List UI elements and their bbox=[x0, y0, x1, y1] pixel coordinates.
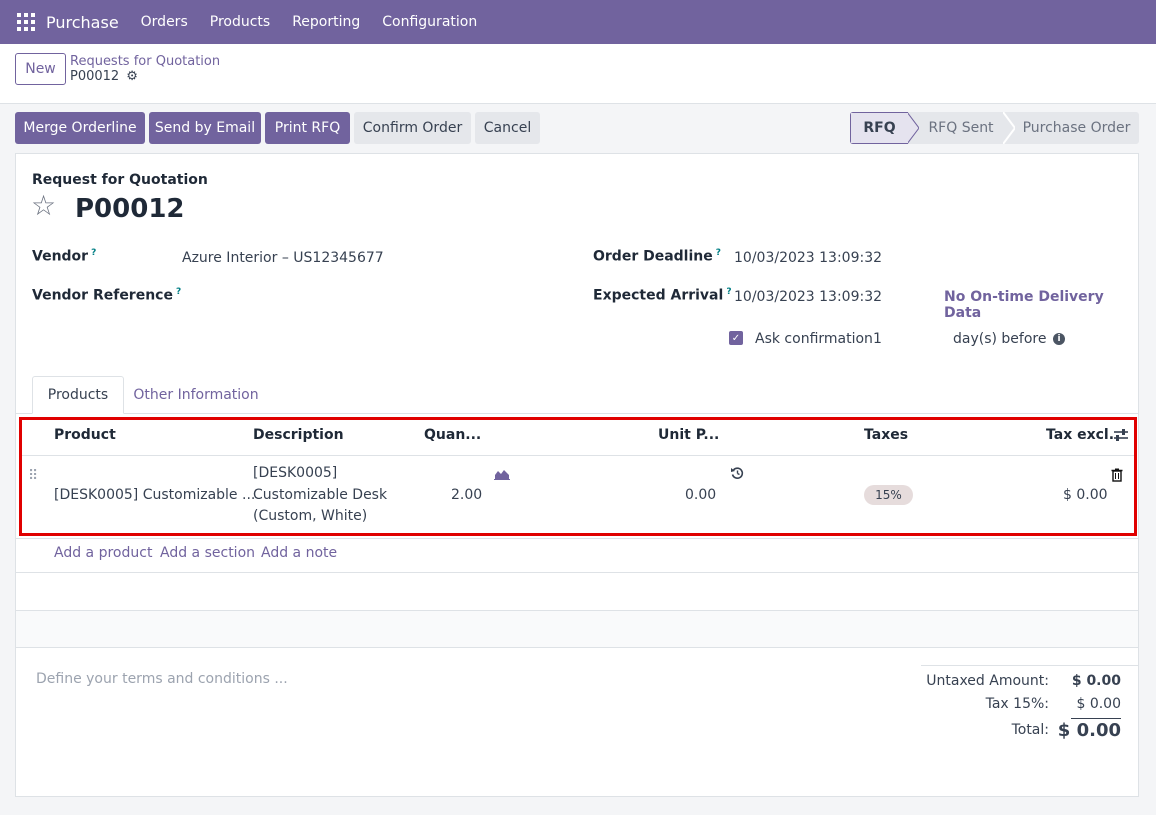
app-brand[interactable]: Purchase bbox=[46, 13, 119, 32]
row-divider bbox=[16, 538, 1138, 539]
breadcrumb-current-label: P00012 bbox=[70, 69, 120, 84]
total-divider bbox=[1071, 718, 1121, 719]
status-bar: RFQ RFQ Sent Purchase Order bbox=[850, 112, 1139, 144]
col-tax-excl-header[interactable]: Tax excl. bbox=[1046, 427, 1114, 443]
vendor-label-text: Vendor bbox=[32, 248, 89, 265]
nav-products[interactable]: Products bbox=[210, 14, 270, 30]
nav-reporting[interactable]: Reporting bbox=[292, 14, 360, 30]
vendor-label: Vendor? bbox=[32, 248, 96, 265]
confirm-order-button[interactable]: Confirm Order bbox=[354, 112, 471, 144]
stage-rfq-sent[interactable]: RFQ Sent bbox=[919, 112, 1003, 144]
apps-menu-icon[interactable] bbox=[17, 13, 35, 31]
vendor-reference-label-text: Vendor Reference bbox=[32, 287, 173, 304]
breadcrumb-parent[interactable]: Requests for Quotation bbox=[70, 54, 220, 69]
expected-arrival-help-icon[interactable]: ? bbox=[726, 287, 731, 297]
order-deadline-help-icon[interactable]: ? bbox=[716, 248, 721, 258]
days-before-label: day(s) before bbox=[953, 331, 1047, 347]
table-divider bbox=[16, 572, 1138, 573]
highlight-box bbox=[19, 417, 1137, 536]
cancel-button[interactable]: Cancel bbox=[475, 112, 540, 144]
table-header-divider bbox=[22, 455, 1134, 456]
breadcrumb-current: P00012 ⚙ bbox=[70, 69, 138, 84]
trash-icon[interactable] bbox=[1111, 468, 1123, 482]
form-sheet: Request for Quotation ☆ P00012 Vendor? A… bbox=[15, 153, 1139, 797]
ask-confirmation-label: Ask confirmation bbox=[755, 331, 873, 347]
drag-handle-icon[interactable]: ⠿ bbox=[28, 468, 38, 484]
vendor-field[interactable]: Azure Interior – US12345677 bbox=[182, 250, 384, 266]
star-icon[interactable]: ☆ bbox=[31, 192, 56, 220]
stage-arrow-icon bbox=[907, 112, 919, 144]
vendor-reference-help-icon[interactable]: ? bbox=[176, 287, 181, 297]
top-navbar: Purchase Orders Products Reporting Confi… bbox=[0, 0, 1156, 44]
vendor-reference-field[interactable] bbox=[182, 287, 562, 307]
table-divider bbox=[16, 647, 1138, 648]
page-title: P00012 bbox=[75, 194, 185, 224]
tab-divider bbox=[16, 413, 1138, 414]
info-icon[interactable]: i bbox=[1053, 333, 1065, 345]
row-description-line-2[interactable]: Customizable Desk bbox=[253, 487, 387, 503]
send-by-email-button[interactable]: Send by Email bbox=[149, 112, 261, 144]
control-panel: New Requests for Quotation P00012 ⚙ bbox=[0, 44, 1156, 104]
tab-other-information[interactable]: Other Information bbox=[126, 376, 266, 414]
vendor-help-icon[interactable]: ? bbox=[91, 248, 96, 258]
add-section-link[interactable]: Add a section bbox=[160, 545, 255, 561]
ask-confirmation-checkbox[interactable]: ✓ bbox=[729, 331, 743, 345]
untaxed-amount-value: $ 0.00 bbox=[1071, 673, 1121, 689]
stage-rfq[interactable]: RFQ bbox=[850, 112, 908, 144]
col-quantity-header[interactable]: Quan... bbox=[424, 427, 481, 443]
new-button[interactable]: New bbox=[15, 53, 66, 85]
stage-separator-icon bbox=[1003, 112, 1015, 144]
expected-arrival-label: Expected Arrival? bbox=[593, 287, 732, 304]
print-rfq-button[interactable]: Print RFQ bbox=[265, 112, 350, 144]
tax-label: Tax 15%: bbox=[985, 696, 1049, 712]
vendor-reference-label: Vendor Reference? bbox=[32, 287, 181, 304]
action-bar: Merge Orderline Send by Email Print RFQ … bbox=[0, 104, 1156, 153]
on-time-delivery-link[interactable]: No On-time Delivery Data bbox=[944, 289, 1138, 321]
document-type-label: Request for Quotation bbox=[32, 172, 208, 188]
order-deadline-label-text: Order Deadline bbox=[593, 248, 713, 265]
col-product-header[interactable]: Product bbox=[54, 427, 116, 443]
total-value: $ 0.00 bbox=[1057, 720, 1121, 741]
column-settings-icon[interactable] bbox=[1113, 428, 1129, 442]
add-product-link[interactable]: Add a product bbox=[54, 545, 152, 561]
order-deadline-label: Order Deadline? bbox=[593, 248, 721, 265]
nav-orders[interactable]: Orders bbox=[141, 14, 188, 30]
table-divider bbox=[16, 610, 1138, 611]
tax-value: $ 0.00 bbox=[1076, 696, 1121, 712]
row-product-field[interactable]: [DESK0005] Customizable ... bbox=[54, 487, 255, 503]
ask-confirmation-days-input[interactable]: 1 bbox=[873, 331, 882, 347]
row-subtotal: $ 0.00 bbox=[1063, 487, 1108, 503]
forecast-chart-icon[interactable] bbox=[494, 468, 510, 480]
col-unit-price-header[interactable]: Unit P... bbox=[658, 427, 719, 443]
expected-arrival-field[interactable]: 10/03/2023 13:09:32 bbox=[734, 289, 882, 305]
row-quantity-field[interactable]: 2.00 bbox=[451, 487, 482, 503]
stage-purchase-order[interactable]: Purchase Order bbox=[1015, 112, 1138, 144]
total-label: Total: bbox=[1011, 722, 1049, 738]
totals-divider bbox=[921, 665, 1138, 666]
untaxed-amount-label: Untaxed Amount: bbox=[926, 673, 1049, 689]
expected-arrival-label-text: Expected Arrival bbox=[593, 287, 724, 304]
terms-conditions-input[interactable]: Define your terms and conditions ... bbox=[36, 671, 288, 687]
row-unit-price-field[interactable]: 0.00 bbox=[685, 487, 716, 503]
add-note-link[interactable]: Add a note bbox=[261, 545, 337, 561]
row-description-line-3[interactable]: (Custom, White) bbox=[253, 508, 367, 524]
empty-row bbox=[16, 610, 1138, 647]
merge-orderline-button[interactable]: Merge Orderline bbox=[15, 112, 145, 144]
tab-products[interactable]: Products bbox=[32, 376, 124, 414]
order-deadline-field[interactable]: 10/03/2023 13:09:32 bbox=[734, 250, 882, 266]
history-icon[interactable] bbox=[730, 466, 744, 480]
row-description-line-1[interactable]: [DESK0005] bbox=[253, 465, 337, 481]
col-description-header[interactable]: Description bbox=[253, 427, 344, 443]
nav-configuration[interactable]: Configuration bbox=[382, 14, 477, 30]
tax-badge[interactable]: 15% bbox=[864, 485, 913, 505]
col-taxes-header[interactable]: Taxes bbox=[864, 427, 908, 443]
gear-icon[interactable]: ⚙ bbox=[126, 69, 138, 84]
